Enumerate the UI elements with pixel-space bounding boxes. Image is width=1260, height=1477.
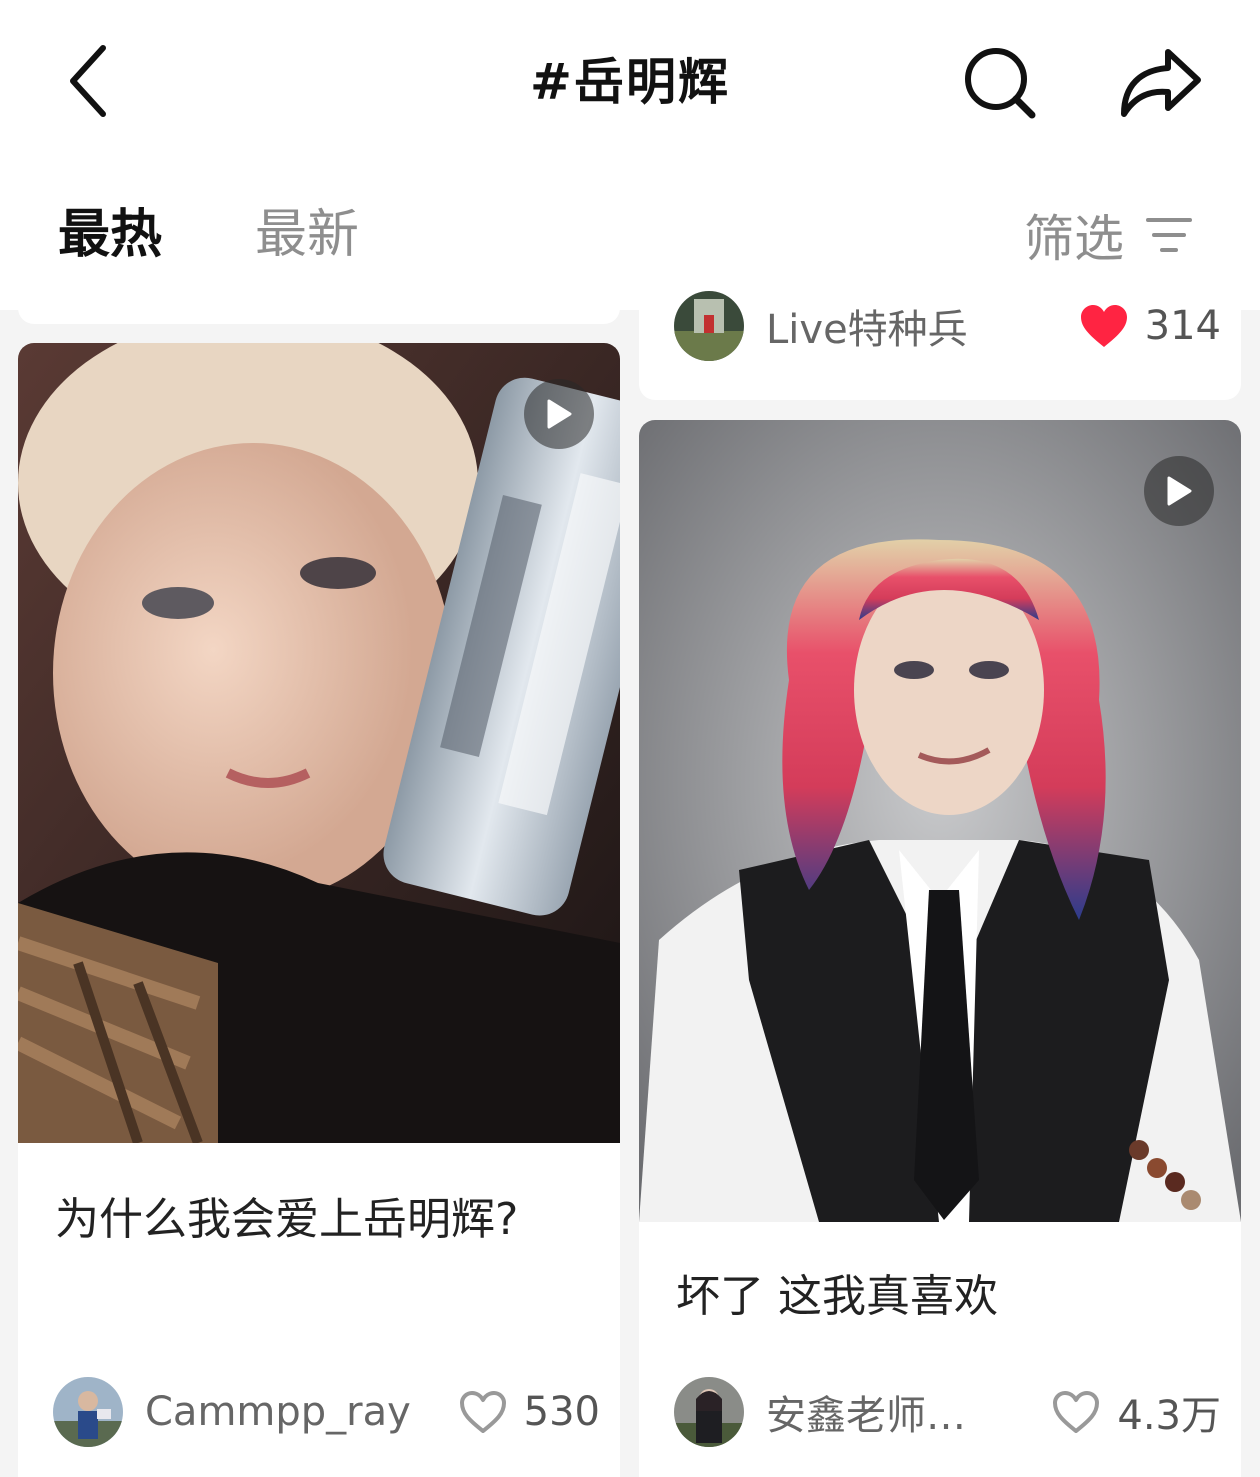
search-button[interactable] (955, 38, 1045, 128)
play-button[interactable] (1144, 456, 1214, 526)
chevron-left-icon (70, 45, 106, 117)
filter-icon (1146, 218, 1192, 252)
play-icon (1167, 476, 1192, 506)
page-title: #岳明辉 (530, 53, 730, 111)
cover-image (639, 420, 1241, 1222)
like-count: 530 (523, 1389, 600, 1435)
tab-hottest[interactable]: 最热 (58, 200, 162, 270)
feed-card[interactable]: 为什么我会爱上岳明辉? Cammpp_ray 530 (18, 343, 620, 1477)
feed-card-previous-right[interactable]: Live特种兵 314 (639, 270, 1241, 400)
feed-card[interactable]: 坏了 这我真喜欢 安鑫老师… 4.3万 (639, 420, 1241, 1477)
avatar[interactable] (53, 1377, 123, 1447)
cover-image (18, 343, 620, 1143)
like-count: 314 (1144, 303, 1221, 349)
play-button[interactable] (524, 379, 594, 449)
share-button[interactable] (1110, 38, 1210, 128)
author-name[interactable]: 安鑫老师… (766, 1383, 1041, 1441)
author-row: Live特种兵 314 (674, 290, 1221, 362)
back-button[interactable] (52, 36, 122, 126)
heart-outline-icon (459, 1391, 506, 1433)
author-name[interactable]: Live特种兵 (766, 297, 1069, 355)
filter-label: 筛选 (1024, 210, 1124, 268)
feed-card-previous-left[interactable] (18, 270, 620, 324)
card-title[interactable]: 为什么我会爱上岳明辉? (55, 1181, 595, 1259)
card-title[interactable]: 坏了 这我真喜欢 (676, 1258, 1216, 1336)
video-cover[interactable] (18, 343, 620, 1143)
avatar[interactable] (674, 291, 744, 361)
filter-button[interactable]: 筛选 (1024, 200, 1192, 270)
share-icon (1121, 49, 1201, 117)
like-button[interactable]: 4.3万 (1051, 1383, 1221, 1441)
author-name[interactable]: Cammpp_ray (145, 1389, 448, 1435)
search-icon (965, 48, 1036, 119)
like-count: 4.3万 (1117, 1393, 1221, 1439)
like-button[interactable]: 314 (1079, 303, 1221, 349)
avatar[interactable] (674, 1377, 744, 1447)
heart-filled-icon (1080, 305, 1127, 347)
heart-outline-icon (1053, 1391, 1100, 1433)
author-row: 安鑫老师… 4.3万 (674, 1376, 1221, 1448)
tab-newest[interactable]: 最新 (255, 200, 359, 270)
play-icon (547, 399, 572, 429)
top-bar: #岳明辉 (0, 0, 1260, 160)
author-row: Cammpp_ray 530 (53, 1376, 600, 1448)
like-button[interactable]: 530 (458, 1389, 600, 1435)
video-cover[interactable] (639, 420, 1241, 1222)
